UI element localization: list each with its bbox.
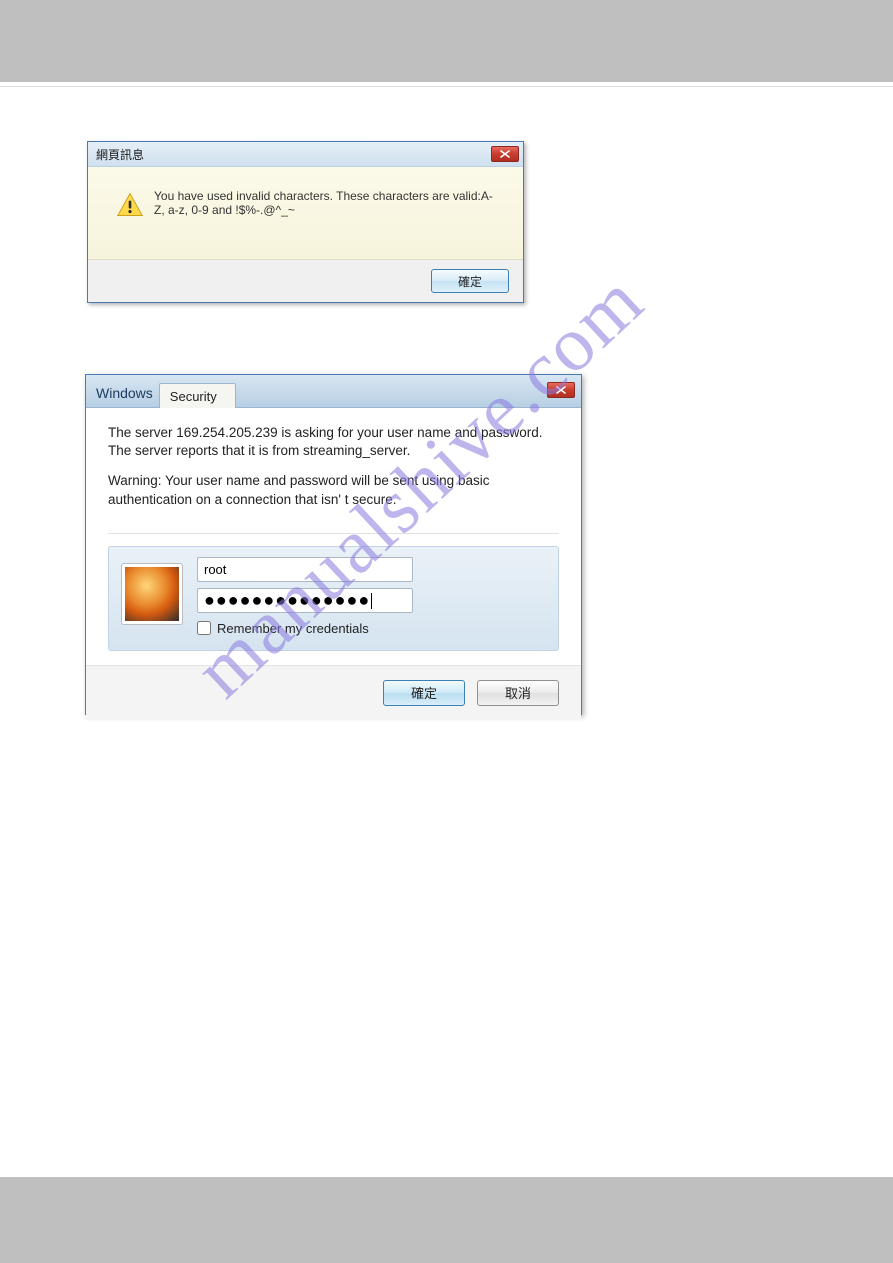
dialog2-title-prefix: Windows [94, 379, 159, 407]
warning-icon [116, 191, 144, 219]
page-footer-band [0, 1177, 893, 1263]
dialog2-footer: 確定 取消 [86, 665, 581, 720]
avatar [121, 563, 183, 625]
page-header-band [0, 0, 893, 82]
remember-credentials-row[interactable]: Remember my credentials [197, 621, 546, 636]
close-icon[interactable] [491, 146, 519, 162]
dialog2-separator [108, 533, 559, 534]
credentials-panel: ●●●●●●●●●●●●●● Remember my credentials [108, 546, 559, 651]
dialog2-title-tab: Security [159, 383, 236, 408]
close-icon[interactable] [547, 382, 575, 398]
dialog2-info-line1: The server 169.254.205.239 is asking for… [108, 424, 559, 460]
dialog1-titlebar[interactable]: 網頁訊息 [88, 142, 523, 167]
header-separator [0, 86, 893, 87]
dialog1-body: You have used invalid characters. These … [88, 167, 523, 260]
dialog2-message-area: The server 169.254.205.239 is asking for… [86, 408, 581, 531]
dialog2-titlebar[interactable]: Windows Security [86, 375, 581, 408]
ok-button[interactable]: 確定 [431, 269, 509, 293]
windows-security-dialog: Windows Security The server 169.254.205.… [85, 374, 582, 715]
password-input[interactable]: ●●●●●●●●●●●●●● [197, 588, 413, 613]
invalid-characters-dialog: 網頁訊息 You have used invalid characters. T… [87, 141, 524, 303]
avatar-image [125, 567, 179, 621]
ok-button[interactable]: 確定 [383, 680, 465, 706]
dialog1-footer: 確定 [88, 260, 523, 302]
remember-checkbox[interactable] [197, 621, 211, 635]
dialog2-warning-line: Warning: Your user name and password wil… [108, 472, 559, 508]
dialog1-title: 網頁訊息 [96, 146, 144, 163]
username-input[interactable] [197, 557, 413, 582]
dialog1-message: You have used invalid characters. These … [154, 189, 494, 217]
remember-label: Remember my credentials [217, 621, 369, 636]
cancel-button[interactable]: 取消 [477, 680, 559, 706]
